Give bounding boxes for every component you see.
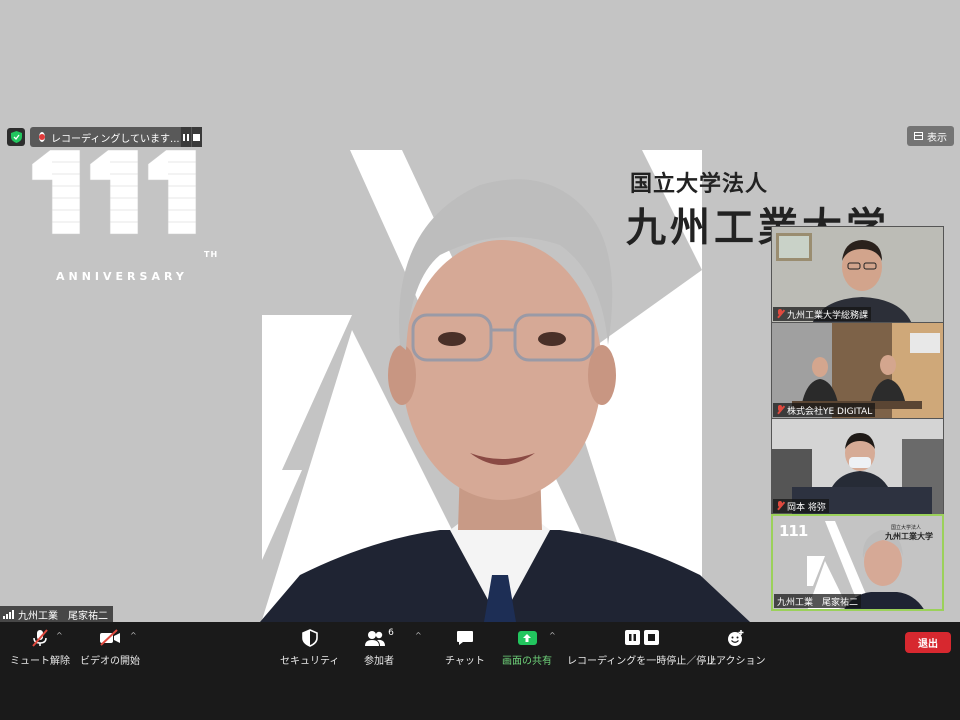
gallery-tile[interactable]: 株式会社YE DIGITAL bbox=[771, 322, 944, 419]
share-screen-button[interactable]: 画面の共有 bbox=[502, 627, 552, 667]
main-speaker-name: 九州工業 尾家祐二 bbox=[18, 610, 108, 622]
share-options-chevron-up-icon[interactable]: ^ bbox=[549, 631, 556, 640]
shield-icon bbox=[301, 627, 318, 649]
view-button-label: 表示 bbox=[927, 132, 947, 144]
reactions-button[interactable]: リアクション bbox=[706, 627, 766, 667]
audio-options-chevron-up-icon[interactable]: ^ bbox=[56, 631, 63, 640]
mic-muted-icon bbox=[776, 501, 784, 511]
tile-name-label: 岡本 将弥 bbox=[773, 499, 829, 513]
mic-muted-icon bbox=[776, 309, 784, 319]
participants-icon: 6 bbox=[364, 627, 394, 649]
share-screen-icon bbox=[517, 627, 537, 649]
logo-subtitle: ANNIVERSARY bbox=[56, 270, 188, 283]
tile-name-label: 株式会社YE DIGITAL bbox=[773, 403, 876, 417]
recording-control-label: レコーディングを一時停止／停止 bbox=[567, 656, 717, 667]
participant-name: 九州工業大学総務課 bbox=[787, 310, 869, 321]
gallery-tile-active[interactable]: 111 国立大学法人 九州工業大学 九州工業 尾家祐二 bbox=[771, 514, 944, 611]
logo-suffix: TH bbox=[204, 250, 219, 259]
tile-name-label: 九州工業 尾家祐二 bbox=[774, 594, 862, 608]
gallery-tile[interactable]: 岡本 将弥 bbox=[771, 418, 944, 515]
signal-strength-icon bbox=[3, 609, 14, 619]
start-video-label: ビデオの開始 bbox=[80, 656, 140, 667]
smiley-icon bbox=[727, 627, 745, 649]
participant-name: 九州工業 尾家祐二 bbox=[777, 597, 859, 608]
mic-muted-icon bbox=[776, 405, 784, 415]
thumb-corp-text: 国立大学法人 bbox=[891, 525, 922, 531]
tile-name-label: 九州工業大学総務課 bbox=[773, 307, 872, 321]
participant-name: 岡本 将弥 bbox=[787, 502, 826, 513]
recording-dot-icon bbox=[39, 132, 46, 142]
pause-icon bbox=[182, 133, 189, 141]
share-screen-label: 画面の共有 bbox=[502, 656, 552, 667]
mic-off-icon bbox=[30, 627, 50, 649]
gallery-tile[interactable]: 九州工業大学総務課 bbox=[771, 226, 944, 323]
meeting-toolbar: ミュート解除 ^ ビデオの開始 ^ セキュリティ 6 参加者 ^ チャット 画面… bbox=[0, 622, 960, 720]
security-shield-icon[interactable] bbox=[7, 128, 25, 146]
security-label: セキュリティ bbox=[280, 656, 340, 667]
recording-control-button[interactable]: レコーディングを一時停止／停止 bbox=[567, 627, 716, 667]
unmute-label: ミュート解除 bbox=[10, 656, 70, 667]
stop-icon bbox=[193, 133, 201, 141]
view-grid-icon bbox=[914, 132, 923, 140]
recording-status-text: レコーディングしています... bbox=[51, 133, 180, 145]
thumb-logo-number: 111 bbox=[779, 522, 808, 540]
leave-button[interactable]: 退出 bbox=[905, 632, 951, 653]
recording-stop-button[interactable] bbox=[190, 127, 202, 147]
speaker-video bbox=[260, 179, 750, 622]
recording-indicator: レコーディングしています... bbox=[30, 127, 202, 147]
participants-label: 参加者 bbox=[364, 656, 394, 667]
participant-name: 株式会社YE DIGITAL bbox=[787, 406, 873, 417]
video-options-chevron-up-icon[interactable]: ^ bbox=[130, 631, 137, 640]
anniversary-logo bbox=[31, 150, 197, 235]
security-button[interactable]: セキュリティ bbox=[280, 627, 339, 667]
reactions-label: リアクション bbox=[706, 656, 766, 667]
main-speaker-label: 九州工業 尾家祐二 bbox=[0, 606, 113, 622]
video-off-icon bbox=[99, 627, 121, 649]
chat-icon bbox=[456, 627, 474, 649]
view-button[interactable]: 表示 bbox=[907, 126, 954, 146]
chat-label: チャット bbox=[445, 656, 485, 667]
main-video-stage: TH ANNIVERSARY 国立大学法人 九州工業大学 レコーディングしていま… bbox=[0, 0, 960, 622]
chat-button[interactable]: チャット bbox=[445, 627, 485, 667]
pause-stop-icon bbox=[624, 627, 660, 649]
recording-pause-button[interactable] bbox=[179, 127, 191, 147]
participants-options-chevron-up-icon[interactable]: ^ bbox=[415, 631, 422, 640]
participants-button[interactable]: 6 参加者 bbox=[364, 627, 394, 667]
participants-count: 6 bbox=[388, 628, 394, 638]
thumb-university-text: 九州工業大学 bbox=[885, 532, 933, 541]
